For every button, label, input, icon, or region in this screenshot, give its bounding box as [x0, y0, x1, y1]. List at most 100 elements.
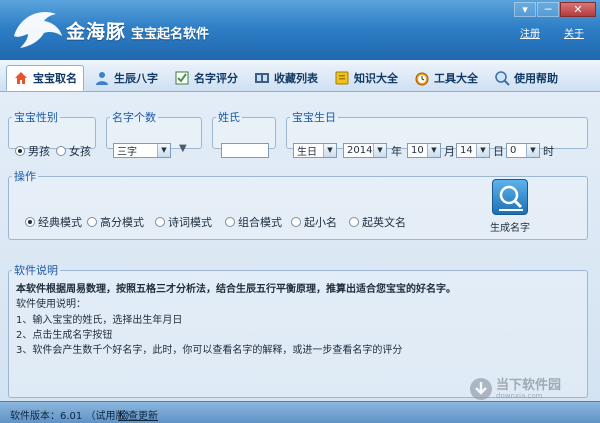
- radio-dot: [15, 146, 25, 156]
- tab-favorites[interactable]: 收藏列表: [248, 65, 324, 91]
- radio-label: 组合模式: [238, 216, 282, 229]
- tab-label: 知识大全: [354, 72, 398, 85]
- tab-label: 工具大全: [434, 72, 478, 85]
- mode-combo-radio[interactable]: 组合模式: [225, 214, 282, 230]
- header-links: 注册 关于: [520, 25, 584, 40]
- generate-name-label: 生成名字: [490, 223, 530, 234]
- tab-birth-bazi[interactable]: 生辰八字: [88, 65, 164, 91]
- surname-legend: 姓氏: [218, 111, 240, 124]
- birthday-group: 宝宝生日 生日 ▼ 2014 ▼ 年 10 ▼ 月 14 ▼ 日 0 ▼ 时: [286, 109, 588, 158]
- select-value: 生日: [297, 147, 317, 158]
- menu-dropdown-button[interactable]: ▾: [514, 2, 536, 17]
- home-icon: [15, 72, 27, 84]
- chevron-down-icon: ▼: [323, 144, 336, 157]
- day-select[interactable]: 14 ▼: [456, 143, 490, 158]
- year-unit: 年: [391, 145, 402, 158]
- radio-dot: [25, 217, 35, 227]
- chevron-down-icon: ▼: [476, 144, 489, 157]
- generate-name-button[interactable]: 生成名字: [484, 179, 536, 234]
- generate-name-icon: [492, 179, 528, 215]
- radio-label: 诗词模式: [168, 216, 212, 229]
- mode-nickname-radio[interactable]: 起小名: [291, 214, 337, 230]
- watermark-url: downxia.com: [496, 391, 543, 400]
- select-value: 三字: [117, 147, 137, 158]
- radio-dot: [155, 217, 165, 227]
- tab-tools[interactable]: 工具大全: [408, 65, 484, 91]
- surname-group: 姓氏: [212, 109, 276, 158]
- tab-baby-naming[interactable]: 宝宝取名: [6, 65, 84, 91]
- select-value: 14: [460, 145, 473, 156]
- radio-label: 经典模式: [38, 216, 82, 229]
- radio-label: 男孩: [28, 145, 50, 158]
- radio-dot: [225, 217, 235, 227]
- check-update-link[interactable]: 检查更新: [118, 407, 158, 422]
- brand-name: 金海豚: [66, 21, 127, 43]
- gender-legend: 宝宝性别: [14, 111, 58, 124]
- gender-group: 宝宝性别 男孩 女孩: [8, 109, 96, 158]
- chevron-down-icon: ▼: [526, 144, 539, 157]
- dolphin-logo-icon: [14, 12, 62, 48]
- month-unit: 月: [444, 145, 455, 158]
- name-count-select[interactable]: 三字 ▼: [113, 143, 171, 158]
- surname-input[interactable]: [221, 143, 269, 158]
- radio-dot: [87, 217, 97, 227]
- radio-label: 起小名: [304, 216, 337, 229]
- watermark: 当下软件园 downxia.com: [470, 378, 561, 400]
- register-link[interactable]: 注册: [520, 25, 540, 40]
- gender-male-radio[interactable]: 男孩: [15, 143, 50, 159]
- help-magnifier-icon: [495, 71, 510, 86]
- name-count-group: 名字个数 三字 ▼ ▼: [106, 109, 202, 158]
- main-panel: 宝宝性别 男孩 女孩 名字个数 三字 ▼ ▼ 姓氏 宝宝生日 生日 ▼ 2014 ▼ …: [0, 92, 600, 401]
- day-unit: 日: [493, 145, 504, 158]
- tab-name-score[interactable]: 名字评分: [168, 65, 244, 91]
- hour-unit: 时: [543, 145, 554, 158]
- main-tabs: 宝宝取名 生辰八字 名字评分 收藏列表 知识大全 工具大全 使用帮助: [0, 60, 600, 92]
- hour-select[interactable]: 0 ▼: [506, 143, 540, 158]
- title-bar: 金海豚 宝宝起名软件 ▾ ─ ✕ 注册 关于: [0, 0, 600, 60]
- info-legend: 软件说明: [14, 264, 58, 277]
- info-usage-title: 软件使用说明：: [16, 299, 86, 310]
- tab-label: 使用帮助: [514, 72, 558, 85]
- mode-high-score-radio[interactable]: 高分模式: [87, 214, 144, 230]
- mode-poetry-radio[interactable]: 诗词模式: [155, 214, 212, 230]
- tab-label: 收藏列表: [274, 72, 318, 85]
- tab-label: 宝宝取名: [33, 72, 77, 85]
- birthday-legend: 宝宝生日: [292, 111, 336, 124]
- name-count-legend: 名字个数: [112, 111, 156, 124]
- select-value: 0: [510, 145, 517, 156]
- close-button[interactable]: ✕: [560, 2, 596, 17]
- mode-classic-radio[interactable]: 经典模式: [25, 214, 82, 230]
- radio-dot: [349, 217, 359, 227]
- month-select[interactable]: 10 ▼: [407, 143, 441, 158]
- gender-female-radio[interactable]: 女孩: [56, 143, 91, 159]
- operation-legend: 操作: [14, 170, 36, 183]
- radio-dot: [56, 146, 66, 156]
- download-arrow-icon: [470, 378, 492, 400]
- tab-help[interactable]: 使用帮助: [488, 65, 564, 91]
- version-text: 软件版本：6.01 （试用版）: [10, 411, 136, 422]
- watermark-title: 当下软件园: [496, 377, 562, 393]
- chevron-down-icon: ▼: [427, 144, 440, 157]
- score-sheet-icon: [175, 71, 189, 85]
- select-value: 10: [411, 145, 424, 156]
- year-select[interactable]: 2014 ▼: [343, 143, 387, 158]
- minimize-button[interactable]: ─: [537, 2, 559, 17]
- radio-label: 高分模式: [100, 216, 144, 229]
- radio-label: 女孩: [69, 145, 91, 158]
- film-list-icon: [255, 73, 269, 83]
- alarm-clock-icon: [415, 72, 429, 86]
- book-icon: [335, 71, 349, 85]
- about-link[interactable]: 关于: [564, 25, 584, 40]
- tab-knowledge[interactable]: 知识大全: [328, 65, 404, 91]
- select-value: 2014: [347, 145, 373, 156]
- info-step-2: 2、点击生成名字按钮: [16, 330, 113, 341]
- person-icon: [96, 72, 108, 85]
- calendar-type-select[interactable]: 生日 ▼: [293, 143, 337, 158]
- status-bar: 软件版本：6.01 （试用版） 检查更新: [0, 401, 600, 423]
- chevron-down-icon: ▼: [157, 144, 170, 157]
- mode-english-name-radio[interactable]: 起英文名: [349, 214, 406, 230]
- radio-label: 起英文名: [362, 216, 406, 229]
- radio-dot: [291, 217, 301, 227]
- chevron-down-icon: ▼: [373, 144, 386, 157]
- info-step-3: 3、软件会产生数千个好名字，此时，你可以查看名字的解释，或进一步查看名字的评分: [16, 345, 403, 356]
